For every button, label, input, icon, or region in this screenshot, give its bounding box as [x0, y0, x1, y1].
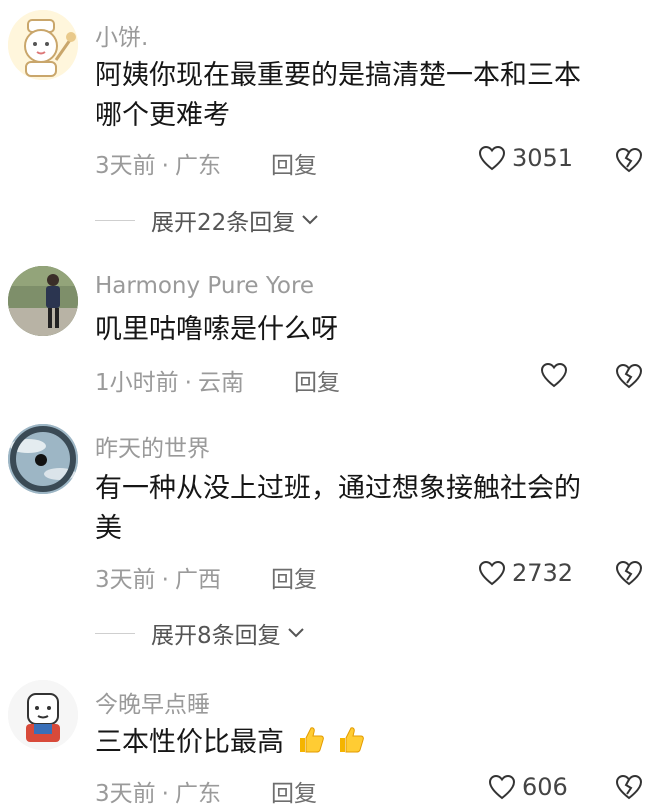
comment-meta: 1小时前 · 云南 [95, 370, 244, 396]
comment-text: 三本性价比最高 [95, 723, 635, 763]
location: 广西 [174, 567, 221, 593]
heart-icon [478, 145, 506, 171]
username[interactable]: 今晚早点睡 [95, 685, 210, 719]
timestamp: 3天前 [95, 567, 156, 593]
avatar[interactable] [8, 424, 78, 494]
broken-heart-icon [615, 363, 643, 389]
comment-text: 阿姨你现在最重要的是搞清楚一本和三本 哪个更难考 [95, 60, 581, 131]
location: 云南 [197, 370, 244, 396]
like-button[interactable] [540, 362, 568, 388]
timestamp: 3天前 [95, 153, 156, 179]
like-count: 3051 [512, 144, 574, 172]
heart-icon [488, 774, 516, 800]
timestamp: 1小时前 [95, 370, 179, 396]
cartoon-icon [8, 680, 78, 750]
broken-heart-icon [615, 774, 643, 800]
username[interactable]: 小饼. [95, 18, 148, 52]
username[interactable]: Harmony Pure Yore [95, 273, 314, 299]
comment-meta: 3天前 · 广东 [95, 153, 221, 179]
chef-cat-icon [8, 10, 78, 80]
chevron-down-icon [287, 628, 304, 638]
expand-replies-button[interactable]: 展开22条回复 [95, 203, 319, 237]
like-button[interactable]: 3051 [478, 144, 573, 172]
comment-text: 叽里咕噜嗦是什么呀 [95, 314, 338, 345]
comment-text: 有一种从没上过班，通过想象接触社会的 美 [95, 473, 581, 544]
avatar[interactable] [8, 680, 78, 750]
like-count: 2732 [512, 559, 574, 587]
thumbs-up-emoji-icon [340, 727, 365, 753]
like-button[interactable]: 606 [488, 773, 568, 801]
divider [95, 219, 135, 221]
dislike-button[interactable] [615, 774, 643, 800]
timestamp: 3天前 [95, 781, 156, 807]
comment-meta: 3天前 · 广西 [95, 567, 221, 593]
heart-icon [540, 362, 568, 388]
divider [95, 632, 135, 634]
reply-button[interactable]: 回复 [294, 363, 340, 397]
location: 广东 [174, 153, 221, 179]
location: 广东 [174, 781, 221, 807]
like-count: 606 [522, 773, 568, 801]
comment-meta: 3天前 · 广东 [95, 781, 221, 807]
avatar[interactable] [8, 266, 78, 336]
broken-heart-icon [615, 147, 643, 173]
sky-eye-icon [8, 424, 78, 494]
broken-heart-icon [615, 560, 643, 586]
dislike-button[interactable] [615, 147, 643, 173]
person-walking-icon [8, 266, 78, 336]
dislike-button[interactable] [615, 560, 643, 586]
chevron-down-icon [302, 215, 318, 225]
thumbs-up-emoji-icon [299, 727, 324, 753]
reply-button[interactable]: 回复 [271, 146, 317, 180]
avatar[interactable] [8, 10, 78, 80]
heart-icon [478, 560, 506, 586]
reply-button[interactable]: 回复 [271, 774, 317, 808]
reply-button[interactable]: 回复 [271, 560, 317, 594]
expand-replies-button[interactable]: 展开8条回复 [95, 616, 305, 650]
username[interactable]: 昨天的世界 [95, 429, 210, 463]
dislike-button[interactable] [615, 363, 643, 389]
like-button[interactable]: 2732 [478, 559, 573, 587]
